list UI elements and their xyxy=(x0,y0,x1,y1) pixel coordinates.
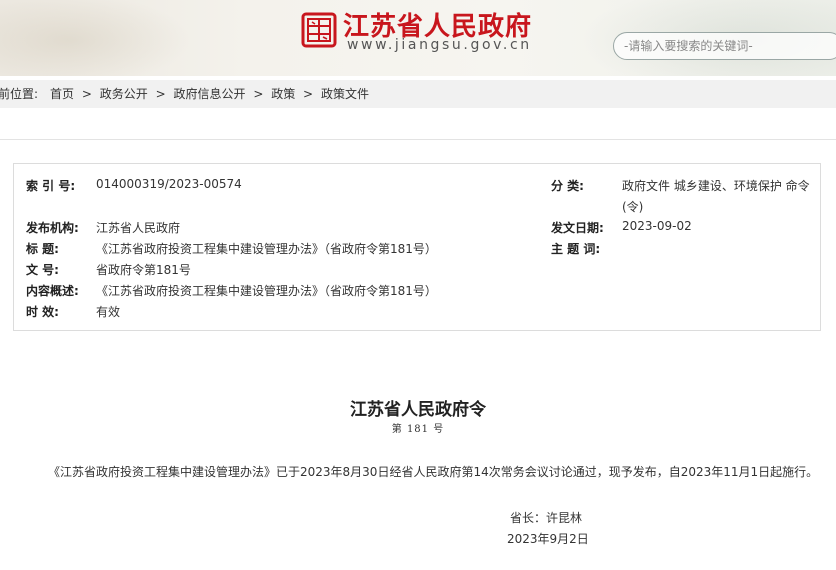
site-header: 江苏省人民政府 www.jiangsu.gov.cn xyxy=(0,0,836,76)
subject-words-label: 主 题 词: xyxy=(551,242,601,256)
title-value: 《江苏省政府投资工程集中建设管理办法》（省政府令第181号） xyxy=(96,242,437,256)
index-number-label: 索 引 号: xyxy=(26,179,76,193)
index-number-value: 014000319/2023-00574 xyxy=(96,177,242,191)
breadcrumb-label: 前位置: xyxy=(0,87,39,101)
document-number-label: 文 号: xyxy=(26,263,59,277)
breadcrumb-separator: > xyxy=(155,87,166,101)
search-box xyxy=(613,32,836,60)
breadcrumb-info-disclosure[interactable]: 政府信息公开 xyxy=(173,87,245,101)
breadcrumb-home[interactable]: 首页 xyxy=(50,87,74,101)
header-decoration-left xyxy=(0,0,200,76)
breadcrumb: 前位置: 首页 > 政务公开 > 政府信息公开 > 政策 > 政策文件 xyxy=(0,80,836,108)
validity-label: 时 效: xyxy=(26,305,59,319)
site-url: www.jiangsu.gov.cn xyxy=(347,37,532,53)
search-input[interactable] xyxy=(614,33,824,59)
category-value: 政府文件 城乡建设、环境保护 命令 xyxy=(622,179,810,193)
publisher-value: 江苏省人民政府 xyxy=(96,221,181,235)
validity-value: 有效 xyxy=(96,305,121,319)
breadcrumb-policy-documents[interactable]: 政策文件 xyxy=(321,87,369,101)
category-label: 分 类: xyxy=(551,179,584,193)
document-info-panel: 索 引 号: 014000319/2023-00574 分 类: 政府文件 城乡… xyxy=(13,163,821,331)
category-value-continued: (令) xyxy=(622,200,644,214)
document-signer: 省长：许昆林 xyxy=(510,511,583,525)
seal-logo-icon[interactable] xyxy=(301,12,337,48)
breadcrumb-separator: > xyxy=(253,87,264,101)
breadcrumb-separator: > xyxy=(303,87,314,101)
document-order-number: 第 181 号 xyxy=(391,424,445,435)
summary-value: 《江苏省政府投资工程集中建设管理办法》（省政府令第181号） xyxy=(96,284,437,298)
issue-date-value: 2023-09-02 xyxy=(622,219,692,233)
issue-date-label: 发文日期: xyxy=(551,221,604,235)
publisher-label: 发布机构: xyxy=(26,221,79,235)
document-title: 江苏省人民政府令 xyxy=(350,400,486,420)
title-label: 标 题: xyxy=(26,242,59,256)
document-number-value: 省政府令第181号 xyxy=(96,263,191,277)
summary-label: 内容概述: xyxy=(26,284,79,298)
breadcrumb-government-affairs[interactable]: 政务公开 xyxy=(100,87,148,101)
breadcrumb-separator: > xyxy=(81,87,92,101)
document-paragraph: 《江苏省政府投资工程集中建设管理办法》已于2023年8月30日经省人民政府第14… xyxy=(48,465,819,479)
breadcrumb-policy[interactable]: 政策 xyxy=(271,87,295,101)
content-divider xyxy=(0,139,836,140)
document-date: 2023年9月2日 xyxy=(507,532,589,546)
